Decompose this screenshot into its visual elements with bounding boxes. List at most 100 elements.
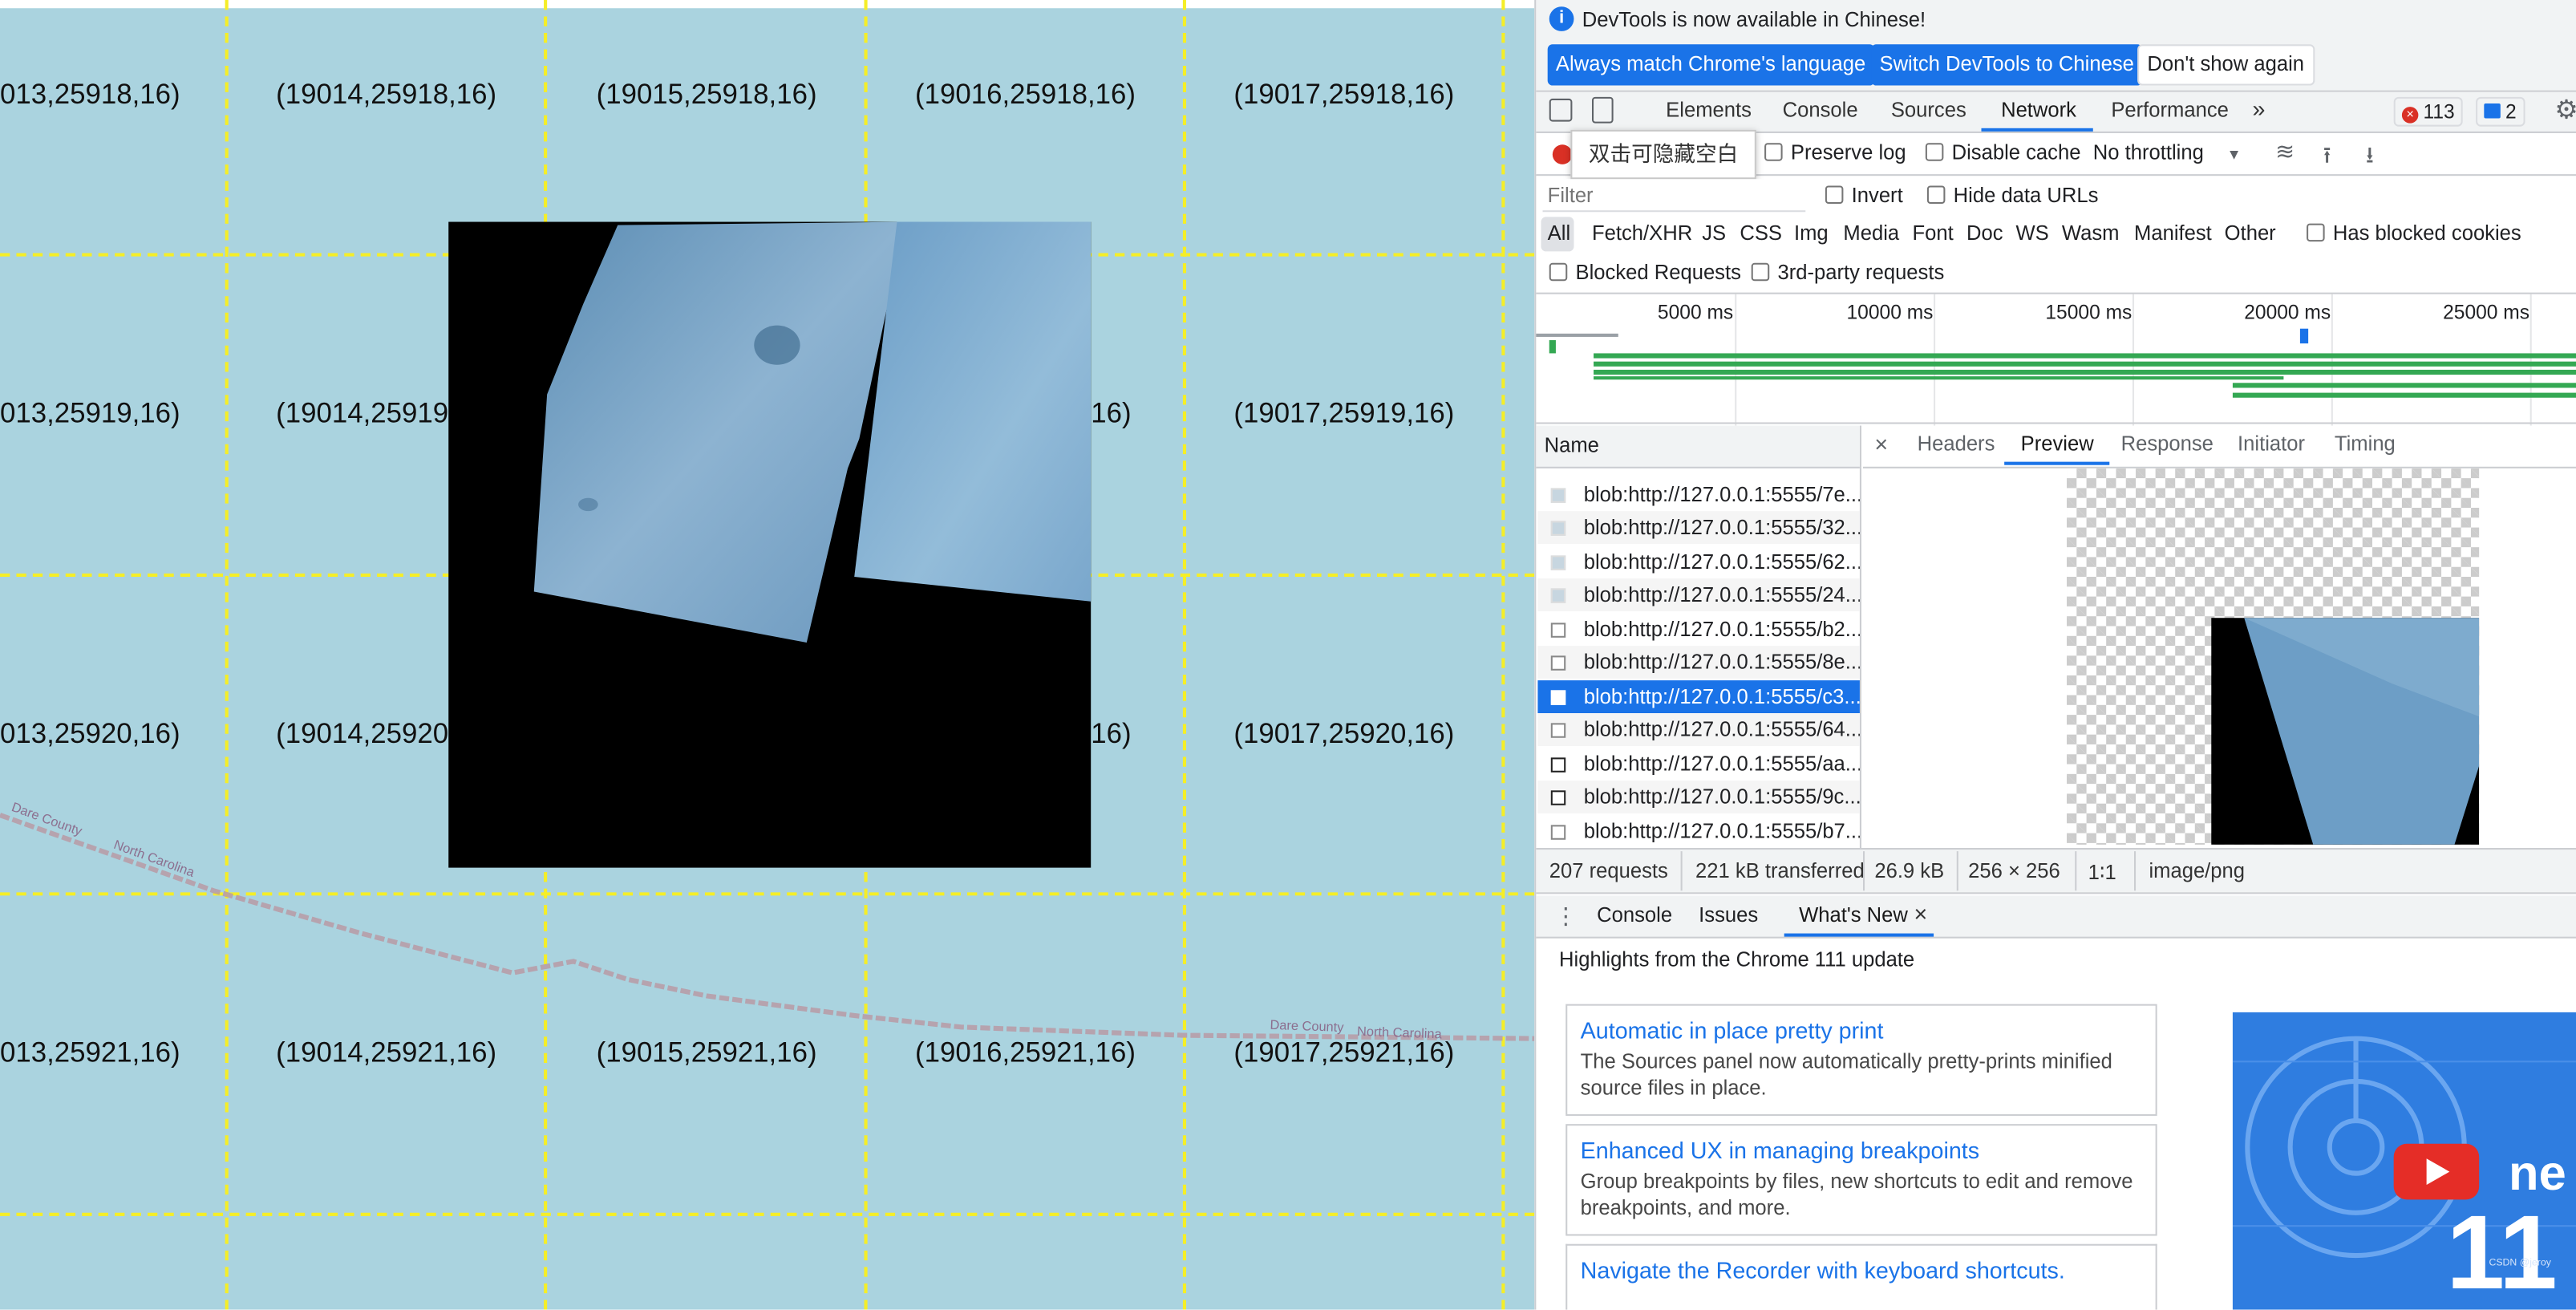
export-har-icon[interactable]: ⭳ — [2366, 138, 2374, 177]
device-toolbar-icon[interactable] — [1591, 96, 1614, 124]
match-language-button[interactable]: Always match Chrome's language — [1547, 44, 1874, 86]
checkbox-icon — [1925, 143, 1944, 161]
type-filter-doc[interactable]: Doc — [1966, 222, 2003, 245]
request-row[interactable]: blob:http://127.0.0.1:5555/62... — [1537, 545, 1860, 578]
disable-cache-checkbox[interactable]: Disable cache — [1925, 141, 2081, 164]
has-blocked-cookies-checkbox[interactable]: Has blocked cookies — [2307, 222, 2521, 245]
network-conditions-icon[interactable]: ≋ — [2275, 138, 2295, 166]
type-filter-other[interactable]: Other — [2225, 222, 2276, 245]
drawer-tab-issues[interactable]: Issues — [1699, 904, 1758, 927]
type-filter-manifest[interactable]: Manifest — [2134, 222, 2212, 245]
tab-preview[interactable]: Preview — [2021, 432, 2094, 456]
close-details-icon[interactable]: × — [1874, 431, 1888, 457]
feature-card[interactable]: Automatic in place pretty print The Sour… — [1565, 1004, 2157, 1116]
preview-image-sea — [2244, 618, 2480, 845]
request-row[interactable]: blob:http://127.0.0.1:5555/64... — [1537, 713, 1860, 747]
timeline-gridline — [1934, 294, 1936, 426]
disable-cache-label: Disable cache — [1951, 141, 2081, 164]
preserve-log-checkbox[interactable]: Preserve log — [1764, 141, 1906, 164]
request-name: blob:http://127.0.0.1:5555/24... — [1583, 583, 1860, 606]
image-dimensions: 256 × 256 — [1968, 859, 2060, 883]
map-canvas[interactable]: Dare County North Carolina Dare County N… — [0, 0, 1535, 1310]
feature-card[interactable]: Enhanced UX in managing breakpoints Grou… — [1565, 1124, 2157, 1236]
request-row[interactable]: blob:http://127.0.0.1:5555/32... — [1537, 511, 1860, 545]
request-name: blob:http://127.0.0.1:5555/9c... — [1583, 785, 1860, 809]
inspect-element-icon[interactable] — [1549, 98, 1573, 122]
tab-response[interactable]: Response — [2121, 432, 2213, 456]
dont-show-again-button[interactable]: Don't show again — [2137, 44, 2315, 86]
type-filter-ws[interactable]: WS — [2016, 222, 2049, 245]
request-row[interactable]: blob:http://127.0.0.1:5555/9c... — [1537, 781, 1860, 814]
third-party-checkbox[interactable]: 3rd-party requests — [1751, 262, 1944, 284]
type-filter-css[interactable]: CSS — [1740, 222, 1782, 245]
chevron-down-icon: ▼ — [2226, 146, 2242, 163]
type-filter-all[interactable]: All — [1548, 222, 1570, 245]
filter-input[interactable] — [1542, 179, 1806, 213]
feature-description: Group breakpoints by files, new shortcut… — [1580, 1170, 2133, 1219]
tab-headers[interactable]: Headers — [1918, 432, 1995, 456]
tile-coord-label: 16) — [1091, 718, 1132, 750]
timeline-tick: 5000 ms — [1657, 300, 1734, 324]
import-har-icon[interactable]: ⭱ — [2323, 138, 2331, 177]
request-name: blob:http://127.0.0.1:5555/32... — [1583, 516, 1860, 539]
tab-network[interactable]: Network — [2001, 99, 2076, 122]
type-filter-fetch-xhr[interactable]: Fetch/XHR — [1592, 222, 1692, 245]
timeline-activity-bar — [2232, 392, 2576, 398]
feature-title[interactable]: Enhanced UX in managing breakpoints — [1581, 1138, 2143, 1164]
request-row-selected[interactable]: blob:http://127.0.0.1:5555/c3... — [1537, 680, 1860, 714]
type-filter-media[interactable]: Media — [1843, 222, 1899, 245]
tile-coord-label: (19014,25918,16) — [276, 79, 497, 111]
request-row[interactable]: blob:http://127.0.0.1:5555/8e... — [1537, 646, 1860, 679]
timeline-gridline — [2529, 294, 2532, 426]
timeline-activity-bar — [1594, 361, 2576, 367]
request-name: blob:http://127.0.0.1:5555/b7... — [1583, 820, 1860, 843]
checkbox-icon — [1825, 185, 1844, 205]
settings-gear-icon[interactable]: ⚙ — [2554, 94, 2576, 127]
error-icon: × — [2401, 107, 2419, 124]
youtube-play-button[interactable] — [2393, 1143, 2480, 1200]
preserve-log-label: Preserve log — [1790, 141, 1906, 164]
invert-checkbox[interactable]: Invert — [1825, 184, 1903, 207]
error-count: 113 — [2423, 99, 2455, 124]
blocked-requests-checkbox[interactable]: Blocked Requests — [1549, 262, 1741, 284]
throttling-select[interactable]: No throttling ▼ — [2093, 141, 2242, 164]
message-count-badge[interactable]: 2 — [2476, 96, 2525, 127]
image-file-icon — [1550, 690, 1566, 705]
whats-new-video-thumbnail[interactable]: ne 11 CSDN @jeroy — [2232, 1012, 2576, 1310]
tab-performance[interactable]: Performance — [2111, 99, 2229, 122]
drawer-tab-whats-new[interactable]: What's New — [1799, 904, 1908, 927]
type-filter-img[interactable]: Img — [1794, 222, 1829, 245]
timeline-tick: 15000 ms — [2045, 300, 2132, 324]
tile-coord-label: (19014,25920 — [276, 718, 449, 750]
tab-timing[interactable]: Timing — [2335, 432, 2396, 456]
feature-description: The Sources panel now automatically pret… — [1580, 1049, 2112, 1100]
network-overview[interactable]: 5000 ms 10000 ms 15000 ms 20000 ms 25000… — [1536, 292, 2576, 426]
feature-card[interactable]: Navigate the Recorder with keyboard shor… — [1565, 1243, 2157, 1310]
tab-console[interactable]: Console — [1783, 99, 1858, 122]
request-row[interactable]: blob:http://127.0.0.1:5555/b2... — [1537, 613, 1860, 646]
message-count: 2 — [2505, 99, 2517, 124]
request-row[interactable]: blob:http://127.0.0.1:5555/aa... — [1537, 748, 1860, 781]
request-count: 207 requests — [1549, 859, 1668, 883]
drawer-menu-icon[interactable]: ⋮ — [1554, 902, 1578, 931]
request-row[interactable]: blob:http://127.0.0.1:5555/24... — [1537, 578, 1860, 612]
type-filter-js[interactable]: JS — [1702, 222, 1726, 245]
close-whats-new-icon[interactable]: × — [1914, 901, 1928, 927]
tab-elements[interactable]: Elements — [1666, 99, 1752, 122]
type-filter-wasm[interactable]: Wasm — [2062, 222, 2120, 245]
tab-initiator[interactable]: Initiator — [2238, 432, 2305, 456]
request-row[interactable]: blob:http://127.0.0.1:5555/b7... — [1537, 815, 1860, 848]
drawer-tab-console[interactable]: Console — [1597, 904, 1672, 927]
image-file-icon — [1550, 790, 1566, 805]
more-tabs-icon[interactable]: » — [2252, 95, 2265, 122]
switch-to-chinese-button[interactable]: Switch DevTools to Chinese — [1871, 44, 2143, 86]
hide-data-urls-checkbox[interactable]: Hide data URLs — [1926, 184, 2098, 207]
error-count-badge[interactable]: × 113 — [2393, 96, 2463, 127]
feature-title[interactable]: Navigate the Recorder with keyboard shor… — [1581, 1257, 2143, 1284]
tab-sources[interactable]: Sources — [1891, 99, 1966, 122]
record-icon[interactable] — [1552, 144, 1573, 164]
request-row[interactable]: blob:http://127.0.0.1:5555/7e... — [1537, 478, 1860, 511]
name-column-header[interactable]: Name — [1545, 434, 1599, 457]
type-filter-font[interactable]: Font — [1912, 222, 1953, 245]
feature-title[interactable]: Automatic in place pretty print — [1581, 1017, 2143, 1044]
